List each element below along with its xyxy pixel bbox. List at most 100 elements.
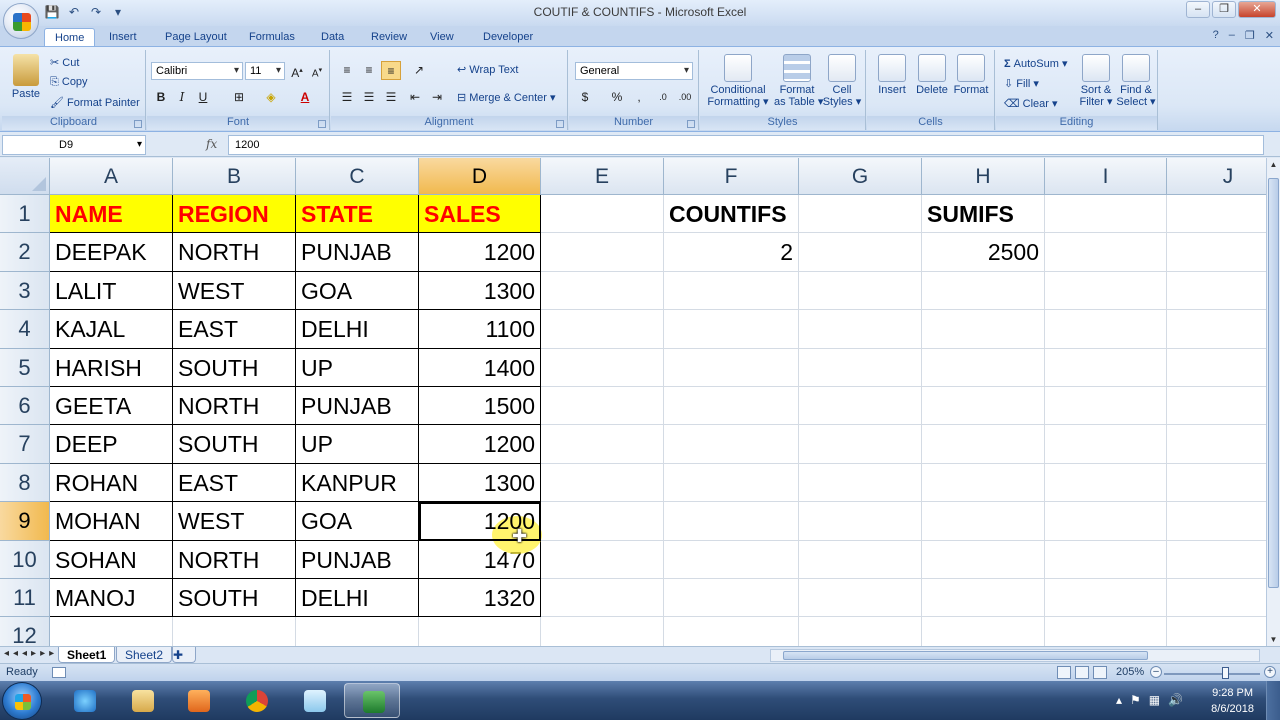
column-header-f[interactable]: F: [664, 158, 799, 195]
cell[interactable]: [1167, 195, 1266, 234]
clear-button[interactable]: ⌫ Clear ▾: [1004, 97, 1058, 110]
network-icon[interactable]: ▦: [1149, 693, 1160, 707]
start-button[interactable]: [2, 682, 42, 720]
row-header-5[interactable]: 5: [0, 348, 50, 387]
align-bottom-icon[interactable]: ≡: [381, 61, 401, 80]
minimize-button[interactable]: –: [1186, 1, 1210, 18]
data-cell[interactable]: DEEPAK: [50, 233, 173, 272]
cell[interactable]: [664, 348, 799, 387]
ribbon-restore-icon[interactable]: ❐: [1245, 29, 1255, 42]
data-cell[interactable]: DELHI: [296, 579, 419, 618]
tray-expand-icon[interactable]: ▴: [1116, 693, 1122, 707]
cell[interactable]: [922, 310, 1045, 349]
show-desktop-button[interactable]: [1266, 681, 1280, 720]
underline-icon[interactable]: U: [193, 88, 213, 107]
tab-page-layout[interactable]: Page Layout: [165, 28, 227, 46]
number-format-select[interactable]: General: [575, 62, 693, 80]
cell[interactable]: [922, 425, 1045, 464]
cell[interactable]: [541, 617, 664, 646]
page-break-view-icon[interactable]: [1093, 666, 1107, 679]
cell[interactable]: [1045, 617, 1167, 646]
row-header-2[interactable]: 2: [0, 233, 50, 272]
data-cell[interactable]: WEST: [173, 271, 296, 311]
taskbar-media[interactable]: [170, 683, 226, 718]
data-cell[interactable]: GEETA: [50, 387, 173, 426]
bold-icon[interactable]: B: [151, 88, 171, 107]
table-header-cell[interactable]: REGION: [173, 195, 296, 234]
close-button[interactable]: ✕: [1238, 1, 1276, 18]
zoom-level[interactable]: 205%: [1116, 666, 1144, 678]
cell[interactable]: [922, 463, 1045, 503]
cell[interactable]: [799, 271, 922, 311]
cell[interactable]: [1045, 310, 1167, 349]
sales-cell[interactable]: 1500: [419, 387, 541, 426]
column-header-b[interactable]: B: [173, 158, 296, 195]
cell[interactable]: [1045, 348, 1167, 387]
cell[interactable]: [664, 271, 799, 311]
cell[interactable]: [50, 617, 173, 646]
font-launcher-icon[interactable]: [318, 120, 326, 128]
zoom-slider[interactable]: – +: [1150, 666, 1276, 680]
format-cells-button[interactable]: Format: [951, 54, 991, 96]
increase-indent-icon[interactable]: ⇥: [427, 88, 447, 107]
cell[interactable]: [541, 233, 664, 272]
column-header-e[interactable]: E: [541, 158, 664, 195]
cell-styles-button[interactable]: Cell Styles ▾: [822, 54, 862, 108]
data-cell[interactable]: ROHAN: [50, 463, 173, 503]
increase-decimal-icon[interactable]: .0: [653, 88, 673, 107]
table-header-cell[interactable]: STATE: [296, 195, 419, 234]
data-cell[interactable]: KAJAL: [50, 310, 173, 349]
column-header-d[interactable]: D: [419, 158, 541, 195]
cell[interactable]: [664, 387, 799, 426]
data-cell[interactable]: SOUTH: [173, 579, 296, 618]
cell[interactable]: [664, 463, 799, 503]
sales-cell[interactable]: 1300: [419, 271, 541, 311]
vertical-scroll-thumb[interactable]: [1268, 178, 1279, 588]
wrap-text-button[interactable]: ↩ Wrap Text: [457, 63, 518, 76]
data-cell[interactable]: NORTH: [173, 387, 296, 426]
select-all-button[interactable]: [0, 158, 50, 195]
sumifs-label[interactable]: SUMIFS: [922, 195, 1045, 234]
taskbar-excel[interactable]: [344, 683, 400, 718]
cell[interactable]: [799, 425, 922, 464]
data-cell[interactable]: GOA: [296, 271, 419, 311]
cell[interactable]: [1167, 233, 1266, 272]
cell[interactable]: [541, 271, 664, 311]
cell[interactable]: [1167, 502, 1266, 541]
tab-review[interactable]: Review: [371, 28, 407, 46]
data-cell[interactable]: WEST: [173, 502, 296, 541]
data-cell[interactable]: SOHAN: [50, 540, 173, 579]
conditional-formatting-button[interactable]: Conditional Formatting ▾: [706, 54, 770, 108]
data-cell[interactable]: HARISH: [50, 348, 173, 387]
cell[interactable]: [1167, 425, 1266, 464]
row-header-6[interactable]: 6: [0, 387, 50, 426]
column-header-c[interactable]: C: [296, 158, 419, 195]
cell[interactable]: [541, 348, 664, 387]
sales-cell[interactable]: 1320: [419, 579, 541, 618]
data-cell[interactable]: DEEP: [50, 425, 173, 464]
copy-button[interactable]: ⎘ Copy: [50, 76, 88, 89]
zoom-out-icon[interactable]: –: [1150, 666, 1162, 678]
cell[interactable]: [1045, 425, 1167, 464]
sheet-nav-icons[interactable]: ◂◂◂▸▸▸: [4, 648, 58, 659]
horizontal-scroll-thumb[interactable]: [783, 651, 1148, 660]
cell[interactable]: [1045, 195, 1167, 234]
cell[interactable]: [664, 540, 799, 579]
align-right-icon[interactable]: ☰: [381, 88, 401, 107]
ribbon-minimize-icon[interactable]: –: [1229, 29, 1235, 42]
cell[interactable]: [664, 425, 799, 464]
data-cell[interactable]: LALIT: [50, 271, 173, 311]
paste-button[interactable]: Paste: [8, 54, 44, 100]
sort-filter-button[interactable]: Sort & Filter ▾: [1078, 54, 1114, 108]
restore-button[interactable]: ❐: [1212, 1, 1236, 18]
sales-cell[interactable]: 1400: [419, 348, 541, 387]
sumifs-value[interactable]: 2500: [922, 233, 1045, 272]
cell[interactable]: [799, 233, 922, 272]
table-header-cell[interactable]: NAME: [50, 195, 173, 234]
cell[interactable]: [296, 617, 419, 646]
insert-sheet-icon[interactable]: ✚: [172, 647, 196, 663]
fill-color-icon[interactable]: ◈: [261, 88, 281, 107]
cell[interactable]: [541, 463, 664, 503]
insert-cells-button[interactable]: Insert: [873, 54, 911, 96]
cell[interactable]: [1045, 540, 1167, 579]
